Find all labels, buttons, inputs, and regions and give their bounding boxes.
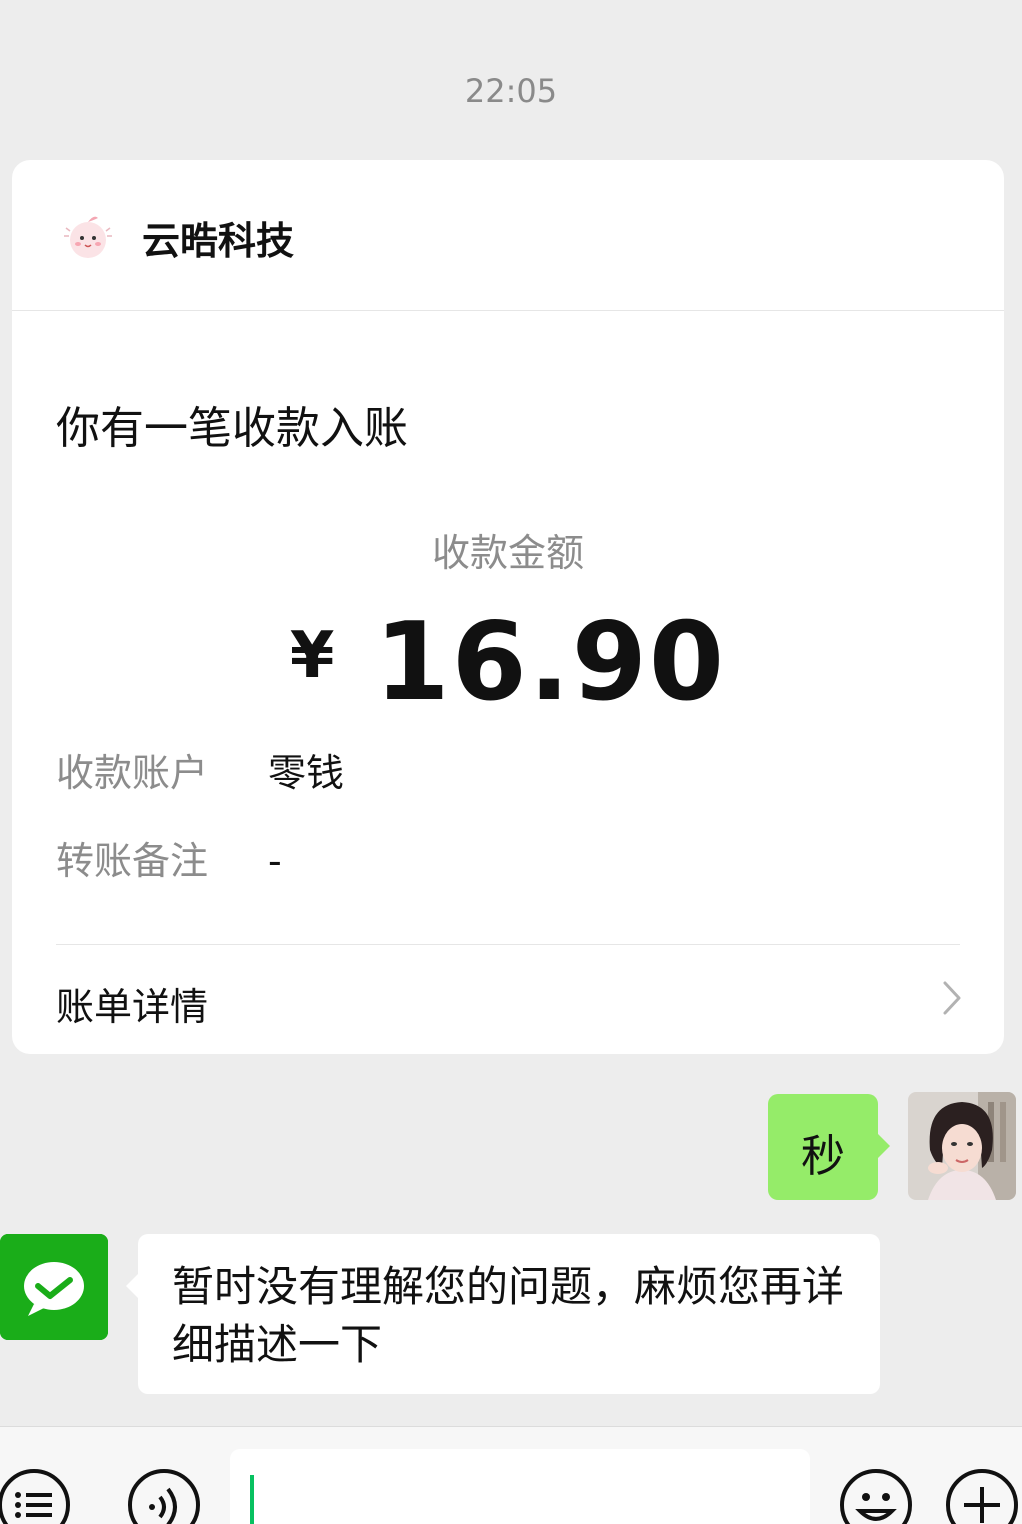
chat-screen: 22:05 云晧科技 你有一笔收款入账 收款金额 ¥16.90 收款账户 零钱 …	[0, 0, 1022, 1524]
plus-icon[interactable]	[944, 1467, 1020, 1524]
currency-symbol: ¥	[289, 619, 335, 693]
bill-details-label: 账单详情	[56, 985, 209, 1029]
notice-title: 你有一笔收款入账	[56, 403, 408, 454]
bill-details-link[interactable]: 账单详情	[12, 946, 1004, 1046]
card-header: 云晧科技	[12, 160, 1004, 311]
chevron-right-icon	[940, 978, 964, 1018]
list-menu-icon[interactable]	[0, 1467, 72, 1524]
incoming-message-text: 暂时没有理解您的问题，麻烦您再详细描述一下	[172, 1262, 845, 1369]
sender-name: 云晧科技	[142, 219, 295, 263]
card-divider	[56, 944, 960, 945]
outgoing-message-bubble[interactable]: 秒	[768, 1094, 890, 1200]
payment-received-card[interactable]: 云晧科技 你有一笔收款入账 收款金额 ¥16.90 收款账户 零钱 转账备注 - 账…	[12, 160, 1004, 1054]
remark-value: -	[268, 839, 282, 883]
emoji-icon[interactable]	[838, 1467, 914, 1524]
message-timestamp: 22:05	[464, 72, 558, 110]
remark-label: 转账备注	[56, 839, 209, 883]
amount-value: 16.90	[374, 600, 727, 725]
text-caret	[250, 1475, 254, 1524]
amount-row: ¥16.90	[12, 600, 1004, 725]
account-label: 收款账户	[56, 751, 209, 795]
user-avatar[interactable]	[908, 1092, 1016, 1200]
voice-icon[interactable]	[126, 1467, 202, 1524]
outgoing-message-text: 秒	[801, 1131, 845, 1182]
bot-avatar[interactable]	[0, 1234, 108, 1340]
account-value: 零钱	[268, 751, 345, 795]
incoming-message-bubble[interactable]: 暂时没有理解您的问题，麻烦您再详细描述一下	[126, 1234, 880, 1394]
message-input[interactable]	[230, 1449, 810, 1524]
account-row: 收款账户 零钱	[56, 742, 344, 797]
input-bar	[0, 1426, 1022, 1524]
remark-row: 转账备注 -	[56, 830, 282, 885]
peach-mascot-icon	[58, 206, 118, 266]
amount-label: 收款金额	[431, 531, 584, 575]
